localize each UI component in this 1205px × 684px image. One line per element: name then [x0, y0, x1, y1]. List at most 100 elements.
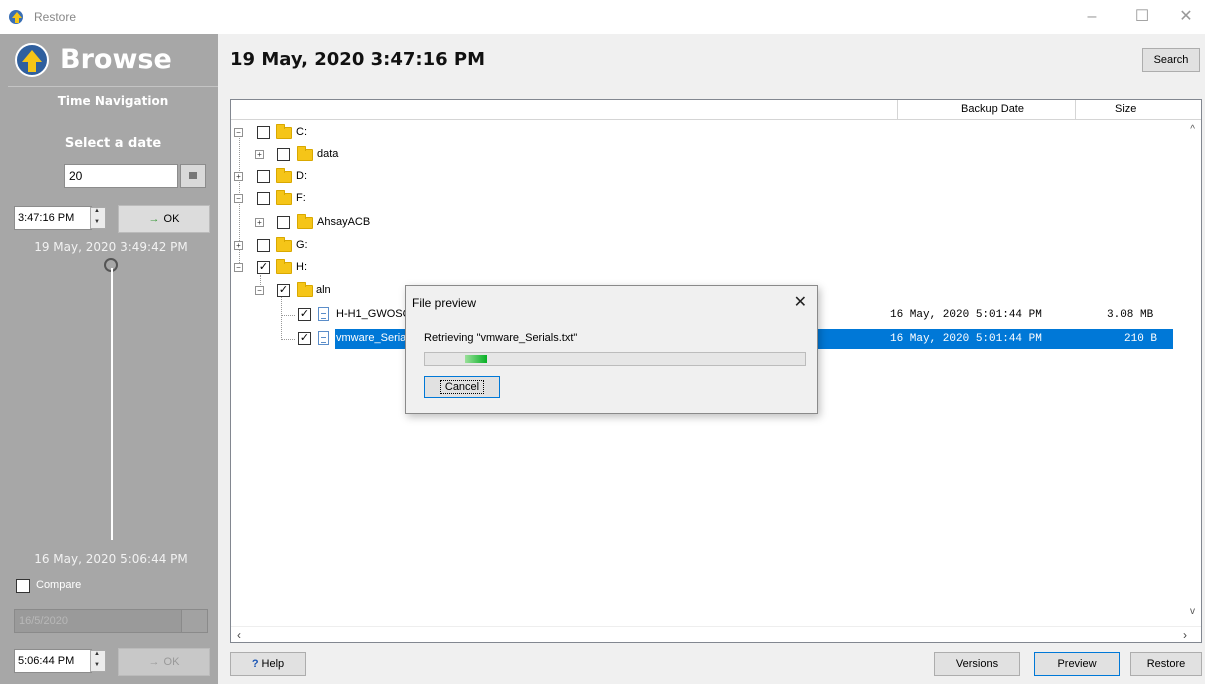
collapse-icon[interactable]: − — [255, 286, 264, 295]
preview-button[interactable]: Preview — [1034, 652, 1120, 676]
browse-logo-icon — [15, 43, 49, 77]
scroll-down-icon[interactable]: v — [1190, 606, 1195, 617]
item-label: H: — [296, 261, 307, 273]
minimize-button[interactable]: – — [1078, 8, 1106, 26]
item-label: AhsayACB — [317, 216, 371, 228]
tree-line — [281, 339, 295, 340]
help-button[interactable]: ? Help — [230, 652, 306, 676]
item-label: D: — [296, 170, 307, 182]
expand-icon[interactable]: + — [234, 241, 243, 250]
arrow-right-icon: → — [148, 656, 160, 668]
compare-date-value: 16/5/2020 — [19, 615, 68, 627]
divider — [8, 86, 218, 87]
checkbox-checked[interactable]: ✓ — [298, 308, 311, 321]
expand-icon[interactable]: + — [255, 150, 264, 159]
cancel-button[interactable]: Cancel — [424, 376, 500, 398]
search-button[interactable]: Search — [1142, 48, 1200, 72]
horizontal-scrollbar[interactable]: ‹ › — [231, 626, 1201, 642]
progress-indicator — [465, 355, 487, 363]
calendar-icon — [189, 172, 197, 179]
compare-label: Compare — [36, 579, 82, 591]
item-label: H-H1_GWOSC — [336, 308, 411, 320]
expand-icon[interactable]: + — [255, 218, 264, 227]
timeline-end-label: 16 May, 2020 5:06:44 PM — [34, 552, 188, 566]
checkbox[interactable] — [257, 239, 270, 252]
file2-size: 210 B — [1124, 333, 1158, 345]
app-logo-icon — [9, 10, 23, 24]
compare-time-spinner[interactable] — [90, 650, 106, 672]
collapse-icon[interactable]: − — [234, 194, 243, 203]
size-column[interactable]: Size — [1115, 103, 1136, 115]
title-bar: Restore – ☐ ✕ — [0, 0, 1205, 34]
checkbox[interactable] — [277, 216, 290, 229]
page-title: 19 May, 2020 3:47:16 PM — [230, 49, 486, 70]
file-preview-dialog: File preview ✕ Retrieving "vmware_Serial… — [405, 285, 818, 414]
file2-backup-date: 16 May, 2020 5:01:44 PM — [890, 333, 1042, 345]
tree-line — [281, 296, 282, 340]
time-spinner[interactable] — [90, 207, 106, 229]
maximize-button[interactable]: ☐ — [1128, 8, 1156, 26]
timeline-start-label: 19 May, 2020 3:49:42 PM — [34, 240, 188, 254]
file1-backup-date: 16 May, 2020 5:01:44 PM — [890, 309, 1042, 321]
select-date-label: Select a date — [64, 136, 162, 151]
checkbox[interactable] — [257, 126, 270, 139]
folder-icon — [276, 168, 292, 183]
item-label: C: — [296, 126, 307, 138]
column-header: Backup Date Size — [231, 100, 1201, 120]
versions-button[interactable]: Versions — [934, 652, 1020, 676]
item-label: data — [317, 148, 339, 160]
item-label: aln — [316, 284, 331, 296]
folder-icon — [297, 214, 313, 229]
file1-size: 3.08 MB — [1107, 309, 1154, 321]
folder-icon — [276, 237, 292, 252]
folder-icon — [276, 124, 292, 139]
file-icon — [318, 331, 329, 345]
restore-button[interactable]: Restore — [1130, 652, 1202, 676]
arrow-right-icon: → — [148, 213, 160, 225]
checkbox[interactable] — [277, 148, 290, 161]
file-icon — [318, 307, 329, 321]
ok-label: OK — [163, 213, 180, 225]
checkbox-checked[interactable]: ✓ — [277, 284, 290, 297]
folder-icon — [276, 190, 292, 205]
dialog-message: Retrieving "vmware_Serials.txt" — [424, 332, 578, 344]
expand-icon[interactable]: + — [234, 172, 243, 181]
folder-icon — [297, 282, 313, 297]
collapse-icon[interactable]: − — [234, 263, 243, 272]
compare-time-input[interactable]: 5:06:44 PM — [14, 649, 92, 673]
scroll-left-icon[interactable]: ‹ — [237, 628, 241, 642]
compare-ok-button: → OK — [118, 648, 210, 676]
browse-header: Browse — [8, 40, 218, 82]
date-input[interactable]: 20 — [64, 164, 178, 188]
compare-checkbox[interactable] — [16, 579, 30, 593]
ok-button[interactable]: → OK — [118, 205, 210, 233]
time-input[interactable]: 3:47:16 PM — [14, 206, 92, 230]
dialog-title: File preview — [412, 296, 477, 310]
timeline-track[interactable] — [111, 268, 113, 540]
close-icon[interactable]: ✕ — [794, 292, 807, 312]
checkbox-checked[interactable]: ✓ — [298, 332, 311, 345]
compare-calendar-icon — [181, 610, 207, 632]
item-label: F: — [296, 192, 306, 204]
close-window-button[interactable]: ✕ — [1172, 8, 1200, 26]
browse-title: Browse — [60, 44, 172, 75]
backup-date-column[interactable]: Backup Date — [961, 103, 1024, 115]
scroll-up-icon[interactable]: ^ — [1190, 124, 1195, 135]
scroll-right-icon[interactable]: › — [1183, 628, 1187, 642]
compare-date-input: 16/5/2020 — [14, 609, 208, 633]
item-label: G: — [296, 239, 308, 251]
window-title: Restore — [34, 10, 77, 24]
help-icon: ? — [251, 658, 259, 670]
checkbox[interactable] — [257, 170, 270, 183]
collapse-icon[interactable]: − — [234, 128, 243, 137]
compare-ok-label: OK — [163, 656, 180, 668]
tree-line — [281, 315, 295, 316]
checkbox-checked[interactable]: ✓ — [257, 261, 270, 274]
checkbox[interactable] — [257, 192, 270, 205]
help-label: Help — [261, 658, 285, 670]
folder-icon — [297, 146, 313, 161]
calendar-button[interactable] — [180, 164, 206, 188]
time-navigation-sidebar: Browse Time Navigation Select a date 20 … — [0, 34, 218, 684]
cancel-label: Cancel — [439, 380, 485, 394]
time-navigation-heading: Time Navigation — [57, 94, 169, 108]
